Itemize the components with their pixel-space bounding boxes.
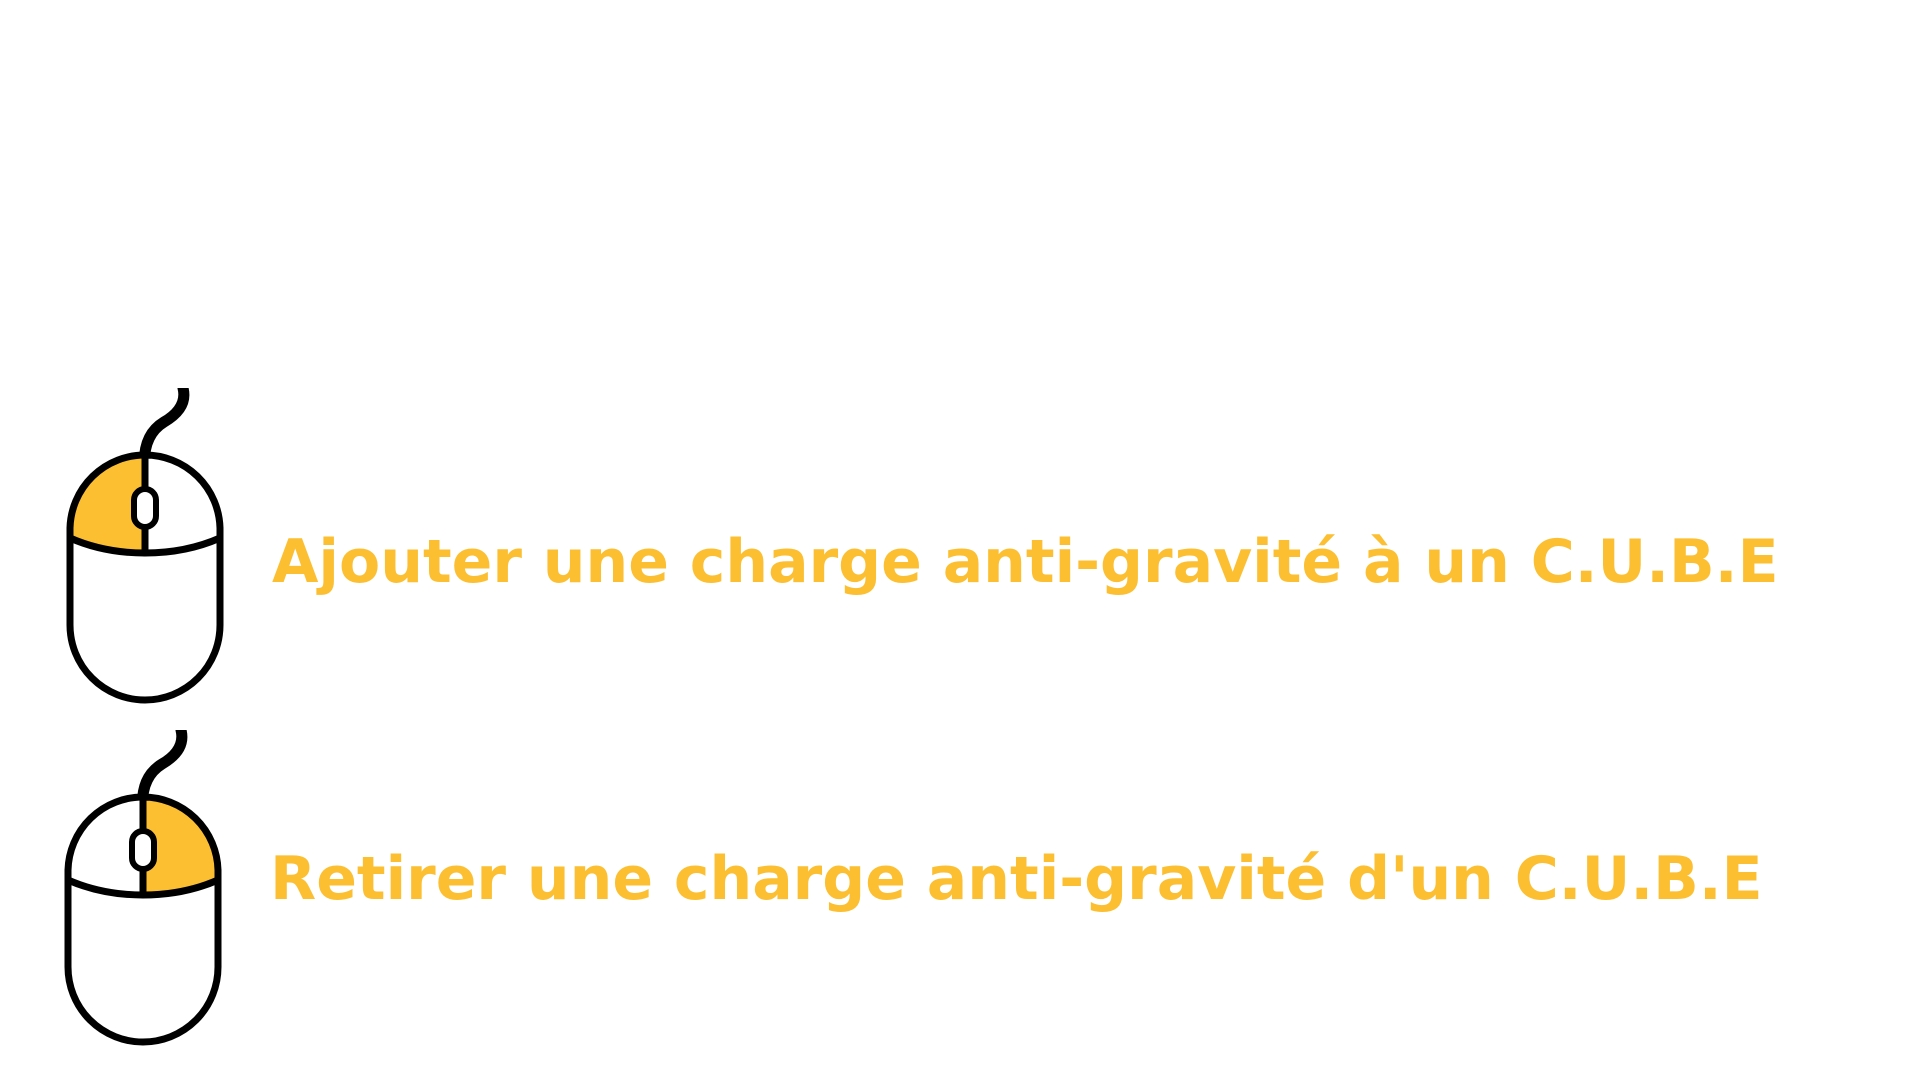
- left-click-action-label: Ajouter une charge anti-gravité à un C.U…: [272, 527, 1779, 597]
- mouse-left-click-icon: [60, 388, 230, 708]
- control-row-left-click: Ajouter une charge anti-gravité à un C.U…: [0, 388, 1920, 708]
- right-click-action-label: Retirer une charge anti-gravité d'un C.U…: [270, 844, 1763, 914]
- control-row-right-click: Retirer une charge anti-gravité d'un C.U…: [0, 730, 1920, 1050]
- mouse-right-click-icon: [60, 730, 230, 1050]
